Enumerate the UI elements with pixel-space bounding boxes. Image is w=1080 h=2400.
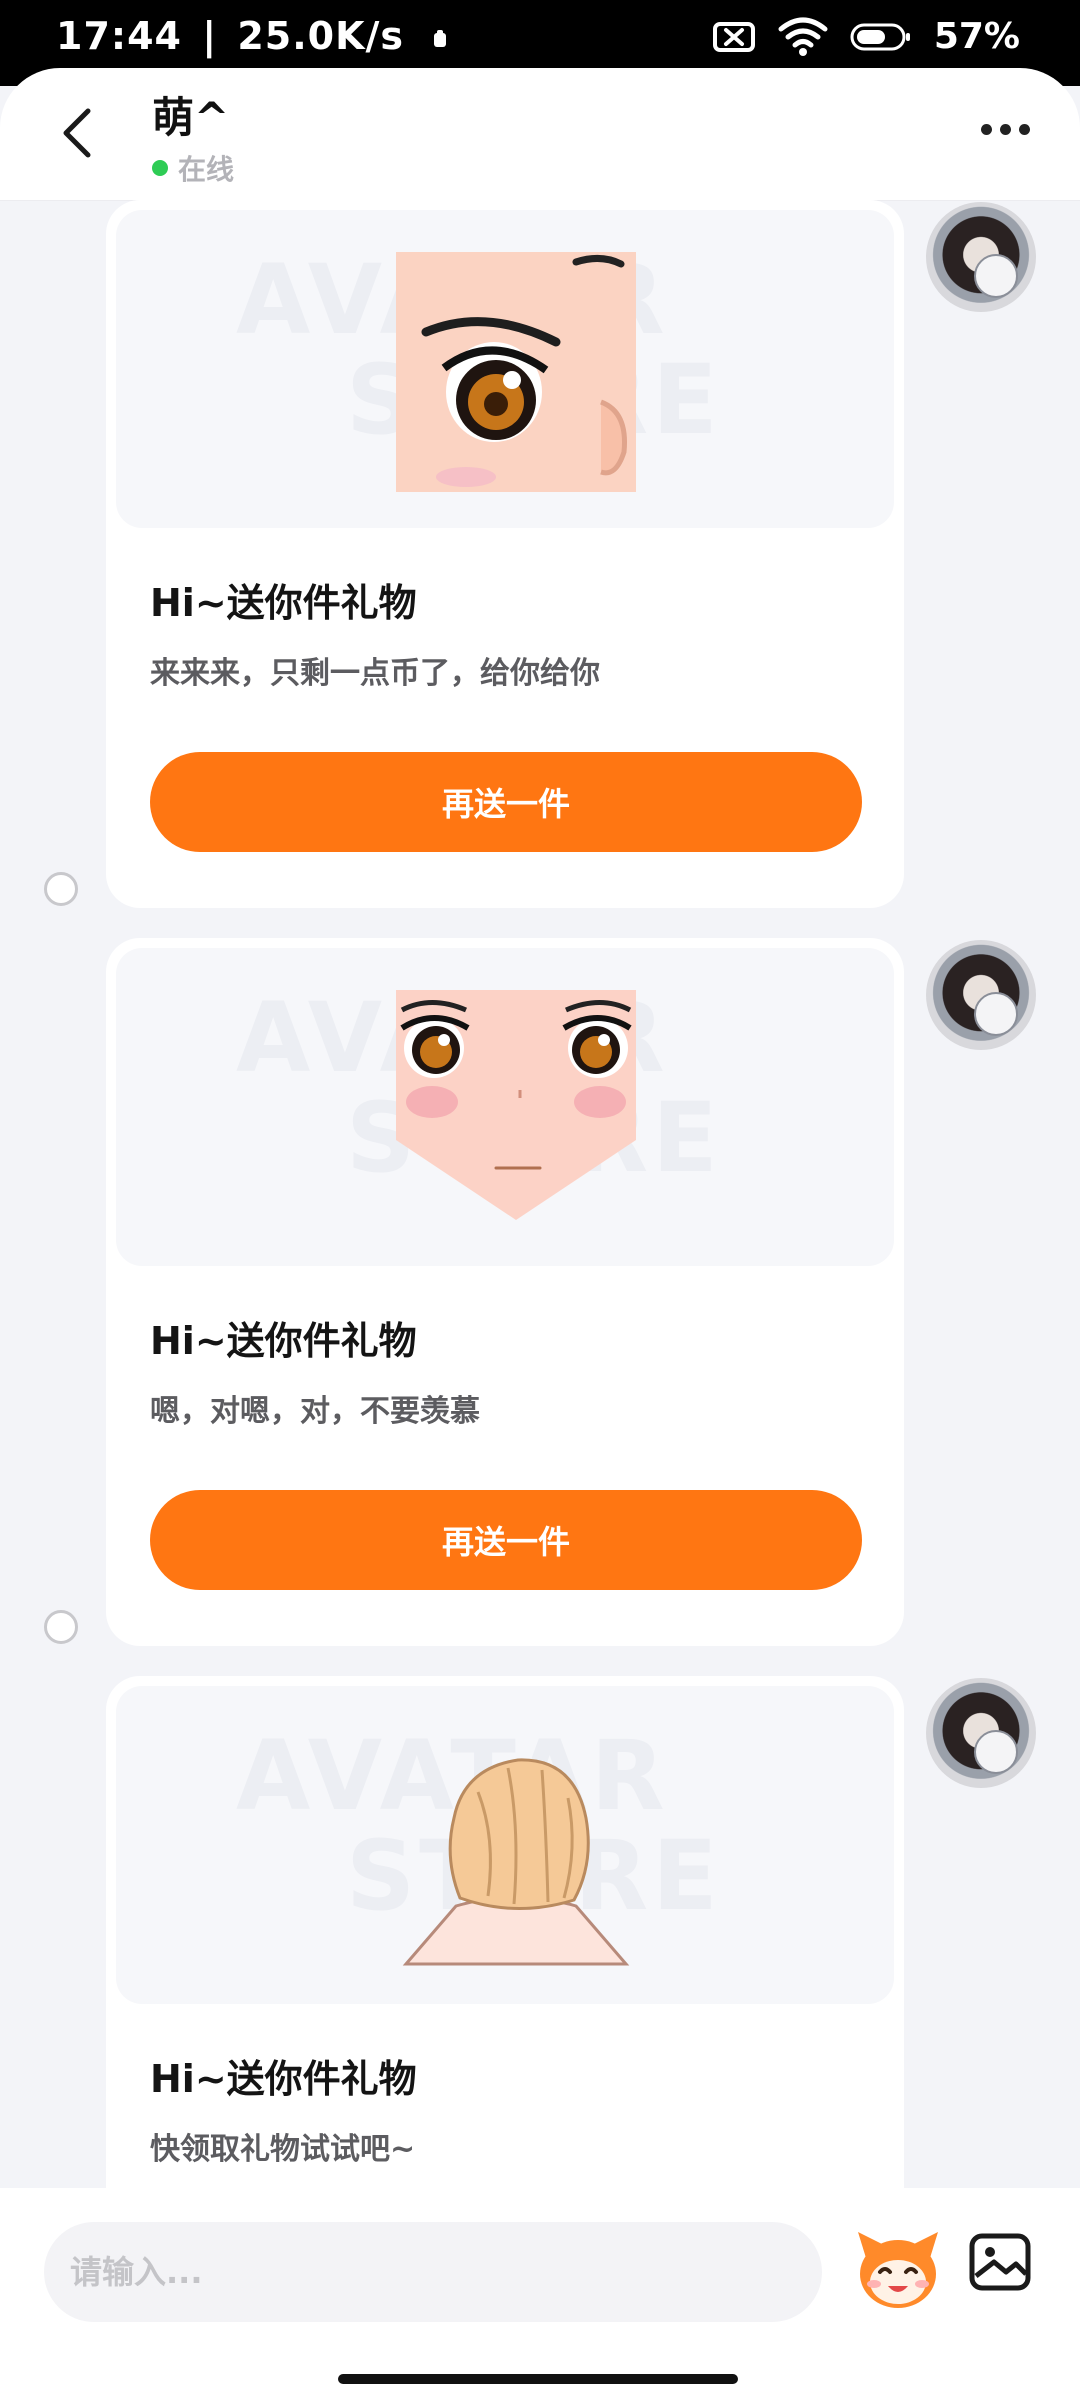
gift-message-card: AVATARSTORE Hi~送你件礼物 快领取礼物试试吧~ (106, 1676, 904, 2188)
card-message: 来来来，只剩一点币了，给你给你 (150, 656, 600, 691)
gift-image-box[interactable]: AVATARSTORE (116, 210, 894, 528)
status-right: 57% (712, 16, 1020, 57)
status-time: 17:44 (56, 14, 182, 58)
card-title: Hi~送你件礼物 (150, 581, 417, 625)
hair-bun-icon (402, 1758, 630, 1966)
card-message: 嗯，对嗯，对，不要羡慕 (150, 1394, 480, 1429)
select-checkbox[interactable] (44, 872, 78, 906)
message-list[interactable]: AVATARSTORE Hi~送你件礼物 来来来，只剩一点币了，给你给你 (0, 200, 1080, 2188)
image-icon[interactable] (968, 2230, 1032, 2294)
avatar-doll (974, 254, 1018, 298)
status-left: 17:44 | 25.0K/s (56, 14, 448, 58)
net-speed: 25.0K/s (237, 14, 405, 58)
message-input[interactable] (44, 2222, 822, 2322)
anime-face-icon (396, 990, 636, 1220)
chat-screen: 17:44 | 25.0K/s 57% 萌^ 在线 Hi~送你件礼物 来来来，只… (0, 0, 1080, 2400)
battery-icon (850, 23, 910, 50)
more-button[interactable] (981, 124, 1030, 135)
notification-icon (434, 29, 447, 47)
online-status-text: 在线 (178, 153, 235, 186)
card-title: Hi~送你件礼物 (150, 2057, 417, 2101)
card-message: 快领取礼物试试吧~ (150, 2132, 416, 2167)
status-separator: | (202, 14, 218, 58)
gift-image-box[interactable]: AVATARSTORE (116, 948, 894, 1266)
sender-avatar[interactable] (926, 940, 1036, 1050)
back-button[interactable] (46, 98, 106, 168)
more-dot (1019, 124, 1030, 135)
contact-name[interactable]: 萌^ (152, 84, 229, 145)
gift-image-box[interactable]: AVATARSTORE (116, 1686, 894, 2004)
back-arrow-icon (63, 108, 91, 158)
more-dots-icon (981, 124, 992, 135)
card-title: Hi~送你件礼物 (150, 1319, 417, 1363)
select-checkbox[interactable] (44, 1610, 78, 1644)
home-indicator[interactable] (338, 2374, 738, 2384)
avatar-doll (974, 992, 1018, 1036)
emoji-mascot-icon[interactable] (852, 2224, 944, 2316)
avatar-doll (974, 1730, 1018, 1774)
resend-gift-button[interactable]: 再送一件 (150, 1490, 862, 1590)
gift-message-card: AVATARSTORE (106, 938, 904, 1646)
anime-eye-icon (396, 252, 636, 492)
resend-gift-button[interactable]: 再送一件 (150, 752, 862, 852)
sender-avatar[interactable] (926, 202, 1036, 312)
online-status-row: 在线 (152, 148, 234, 188)
sender-avatar[interactable] (926, 1678, 1036, 1788)
battery-percent: 57% (933, 16, 1020, 57)
wifi-icon (778, 17, 828, 56)
input-bar (0, 2188, 1080, 2400)
sim-off-icon (712, 21, 755, 52)
gift-message-card: AVATARSTORE Hi~送你件礼物 来来来，只剩一点币了，给你给你 (106, 200, 904, 908)
online-dot-icon (152, 160, 168, 176)
more-dot (1000, 124, 1011, 135)
chat-header: 萌^ 在线 (0, 68, 1080, 201)
